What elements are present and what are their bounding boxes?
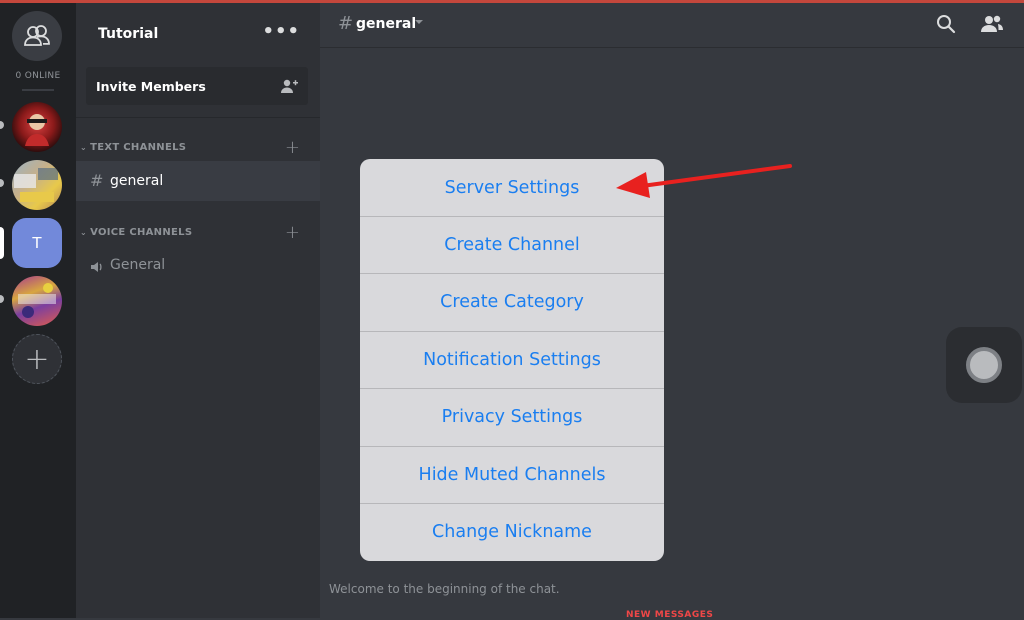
chevron-down-icon: ⌄ <box>80 143 91 152</box>
guild-initial: T <box>32 234 42 252</box>
guild-avatar-purple[interactable] <box>12 276 62 326</box>
channel-item-general[interactable]: # general <box>76 161 320 201</box>
guild-sidebar: 0 ONLINE T + <box>0 3 76 618</box>
annotation-arrow-icon <box>616 164 792 198</box>
voice-channel-label: General <box>110 257 166 273</box>
home-button[interactable] <box>12 11 62 61</box>
menu-item-privacy-settings[interactable]: Privacy Settings <box>360 388 664 445</box>
invite-label: Invite Members <box>96 79 206 94</box>
guild-unread-pill <box>0 295 4 303</box>
menu-item-create-channel[interactable]: Create Channel <box>360 216 664 273</box>
server-header[interactable]: Tutorial ••• <box>76 3 320 61</box>
guild-tutorial[interactable]: T <box>12 218 62 268</box>
add-user-icon <box>281 79 298 93</box>
guild-avatar-red[interactable] <box>12 102 62 152</box>
server-context-menu: Server Settings Create Channel Create Ca… <box>360 159 664 561</box>
guild-separator <box>22 89 54 91</box>
friends-icon <box>24 25 50 46</box>
category-text-channels[interactable]: ⌄ TEXT CHANNELS <box>80 142 186 153</box>
menu-item-notification-settings[interactable]: Notification Settings <box>360 331 664 388</box>
create-text-channel-plus-icon[interactable]: + <box>285 137 300 158</box>
menu-item-change-nickname[interactable]: Change Nickname <box>360 503 664 560</box>
divider <box>76 117 320 118</box>
hash-icon: # <box>90 171 104 190</box>
channel-label: general <box>110 173 164 189</box>
speaker-icon <box>91 262 102 272</box>
hash-icon: # <box>338 13 354 34</box>
invite-members-button[interactable]: Invite Members <box>86 67 308 105</box>
menu-item-create-category[interactable]: Create Category <box>360 273 664 330</box>
assistive-touch-icon <box>966 347 1002 383</box>
guild-selected-pill <box>0 227 4 259</box>
more-options-icon[interactable]: ••• <box>262 21 300 42</box>
avatar-character-icon <box>25 114 49 146</box>
guild-unread-pill <box>0 121 4 129</box>
search-icon[interactable] <box>936 14 956 34</box>
add-server-button[interactable]: + <box>12 334 62 384</box>
channel-sidebar: Tutorial ••• Invite Members ⌄ TEXT CHANN… <box>76 3 320 618</box>
chevron-down-icon: ⌄ <box>80 228 91 237</box>
assistive-touch-button[interactable] <box>946 327 1022 403</box>
welcome-message: Welcome to the beginning of the chat. <box>329 582 560 596</box>
menu-item-hide-muted-channels[interactable]: Hide Muted Channels <box>360 446 664 503</box>
online-count: 0 ONLINE <box>15 71 61 81</box>
game-artwork-icon <box>18 283 56 318</box>
category-label: VOICE CHANNELS <box>90 227 193 238</box>
channel-title[interactable]: general <box>356 16 416 32</box>
guild-unread-pill <box>0 179 4 187</box>
server-name: Tutorial <box>98 26 159 42</box>
chevron-down-icon[interactable] <box>414 18 424 26</box>
plus-icon: + <box>24 341 50 377</box>
category-label: TEXT CHANNELS <box>90 142 187 153</box>
create-voice-channel-plus-icon[interactable]: + <box>285 222 300 243</box>
category-voice-channels[interactable]: ⌄ VOICE CHANNELS <box>80 227 192 238</box>
new-messages-divider: NEW MESSAGES <box>626 610 714 620</box>
voice-channel-general[interactable]: General <box>90 256 290 278</box>
members-icon[interactable] <box>980 14 1004 34</box>
chat-header: # general <box>320 3 1024 48</box>
guild-avatar-game[interactable] <box>12 160 62 210</box>
game-artwork-icon <box>14 168 58 202</box>
